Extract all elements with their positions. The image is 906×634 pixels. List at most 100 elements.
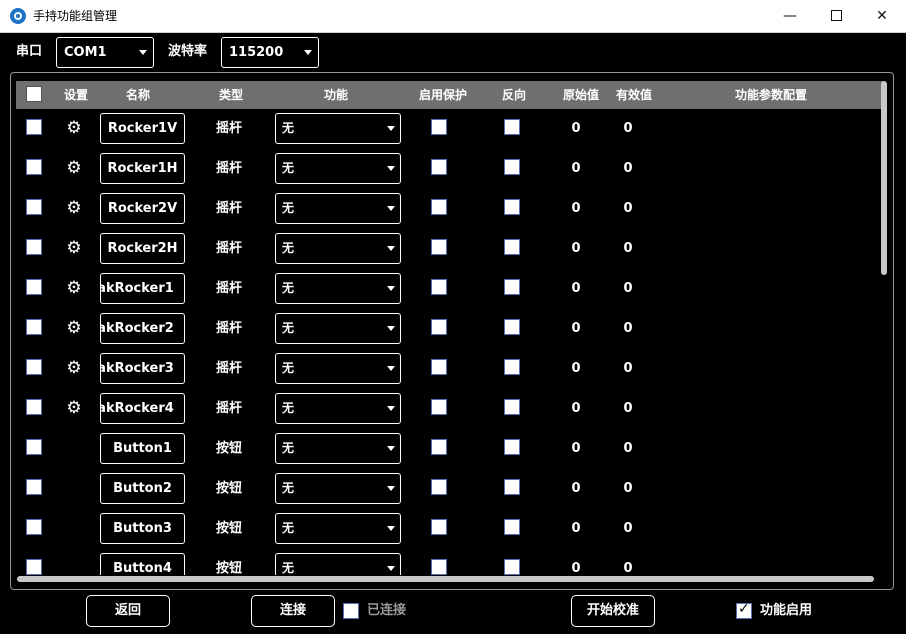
- port-select[interactable]: COM1: [56, 37, 154, 68]
- row-select-checkbox[interactable]: [26, 479, 42, 495]
- reverse-checkbox[interactable]: [504, 319, 520, 335]
- type-text: 按钮: [215, 441, 242, 456]
- connect-button[interactable]: 连接: [251, 595, 335, 627]
- name-field[interactable]: Rocker1V: [100, 113, 185, 144]
- function-select[interactable]: 无: [275, 433, 401, 464]
- reverse-checkbox[interactable]: [504, 479, 520, 495]
- reverse-checkbox[interactable]: [504, 279, 520, 295]
- name-field[interactable]: akRocker3: [100, 353, 185, 384]
- row-select-checkbox[interactable]: [26, 359, 42, 375]
- reverse-checkbox[interactable]: [504, 439, 520, 455]
- protect-checkbox[interactable]: [431, 399, 447, 415]
- horizontal-scrollbar[interactable]: [17, 576, 874, 582]
- function-select[interactable]: 无: [275, 473, 401, 504]
- name-field[interactable]: Button4: [100, 553, 185, 575]
- protect-checkbox[interactable]: [431, 159, 447, 175]
- type-text: 按钮: [215, 521, 242, 536]
- gear-icon[interactable]: ⚙: [65, 159, 83, 177]
- calibrate-button[interactable]: 开始校准: [571, 595, 655, 627]
- name-field[interactable]: Rocker1H: [100, 153, 185, 184]
- chevron-down-icon: [387, 406, 395, 411]
- gear-icon[interactable]: ⚙: [65, 119, 83, 137]
- name-field[interactable]: akRocker2: [100, 313, 185, 344]
- raw-value: 0: [571, 401, 581, 416]
- function-select[interactable]: 无: [275, 233, 401, 264]
- name-field[interactable]: akRocker4: [100, 393, 185, 424]
- row-select-checkbox[interactable]: [26, 519, 42, 535]
- protect-checkbox[interactable]: [431, 279, 447, 295]
- gear-icon[interactable]: ⚙: [65, 359, 83, 377]
- row-select-checkbox[interactable]: [26, 199, 42, 215]
- name-field[interactable]: Button3: [100, 513, 185, 544]
- protect-checkbox[interactable]: [431, 439, 447, 455]
- type-text: 按钮: [215, 561, 242, 575]
- protect-checkbox[interactable]: [431, 559, 447, 575]
- function-select[interactable]: 无: [275, 153, 401, 184]
- chevron-down-icon: [387, 446, 395, 451]
- protect-checkbox[interactable]: [431, 359, 447, 375]
- reverse-checkbox[interactable]: [504, 519, 520, 535]
- function-select[interactable]: 无: [275, 113, 401, 144]
- reverse-checkbox[interactable]: [504, 239, 520, 255]
- row-select-checkbox[interactable]: [26, 119, 42, 135]
- reverse-checkbox[interactable]: [504, 399, 520, 415]
- function-select[interactable]: 无: [275, 313, 401, 344]
- protect-checkbox[interactable]: [431, 199, 447, 215]
- row-select-checkbox[interactable]: [26, 239, 42, 255]
- reverse-checkbox[interactable]: [504, 119, 520, 135]
- app-icon: [10, 8, 26, 24]
- protect-checkbox[interactable]: [431, 319, 447, 335]
- row-select-checkbox[interactable]: [26, 559, 42, 575]
- vertical-scrollbar[interactable]: [881, 81, 887, 275]
- row-select-checkbox[interactable]: [26, 439, 42, 455]
- function-select[interactable]: 无: [275, 273, 401, 304]
- row-select-checkbox[interactable]: [26, 399, 42, 415]
- row-select-checkbox[interactable]: [26, 279, 42, 295]
- function-select[interactable]: 无: [275, 393, 401, 424]
- protect-checkbox[interactable]: [431, 519, 447, 535]
- function-select[interactable]: 无: [275, 553, 401, 575]
- gear-icon[interactable]: ⚙: [65, 279, 83, 297]
- function-value: 无: [282, 281, 295, 295]
- raw-value: 0: [571, 561, 581, 575]
- row-select-checkbox[interactable]: [26, 319, 42, 335]
- type-text: 摇杆: [215, 321, 242, 336]
- gear-icon[interactable]: ⚙: [65, 399, 83, 417]
- protect-checkbox[interactable]: [431, 119, 447, 135]
- gear-icon[interactable]: ⚙: [65, 319, 83, 337]
- type-text: 摇杆: [215, 121, 242, 136]
- reverse-checkbox[interactable]: [504, 559, 520, 575]
- enable-checkbox[interactable]: ✓: [736, 601, 752, 619]
- back-button[interactable]: 返回: [86, 595, 170, 627]
- header-effective: 有效值: [615, 88, 652, 102]
- gear-icon[interactable]: ⚙: [65, 199, 83, 217]
- table-row: Button3 按钮 无 0 0: [11, 510, 883, 550]
- baud-select[interactable]: 115200: [221, 37, 319, 68]
- reverse-checkbox[interactable]: [504, 159, 520, 175]
- name-field[interactable]: Rocker2H: [100, 233, 185, 264]
- function-select[interactable]: 无: [275, 513, 401, 544]
- function-select[interactable]: 无: [275, 353, 401, 384]
- row-select-checkbox[interactable]: [26, 159, 42, 175]
- select-all-checkbox[interactable]: [26, 86, 42, 102]
- reverse-checkbox[interactable]: [504, 199, 520, 215]
- protect-checkbox[interactable]: [431, 479, 447, 495]
- header-settings: 设置: [63, 88, 88, 102]
- header-name: 名称: [125, 88, 150, 102]
- name-field[interactable]: akRocker1: [100, 273, 185, 304]
- function-select[interactable]: 无: [275, 193, 401, 224]
- minimize-button[interactable]: —: [767, 0, 813, 32]
- name-field[interactable]: Button1: [100, 433, 185, 464]
- maximize-button[interactable]: [813, 0, 859, 32]
- table-header: 设置 名称 类型 功能 启用保护 反向 原始值 有效值 功能参数配置: [16, 81, 883, 109]
- connected-checkbox[interactable]: [343, 603, 359, 619]
- gear-icon[interactable]: ⚙: [65, 239, 83, 257]
- protect-checkbox[interactable]: [431, 239, 447, 255]
- name-field[interactable]: Rocker2V: [100, 193, 185, 224]
- reverse-checkbox[interactable]: [504, 359, 520, 375]
- function-value: 无: [282, 201, 295, 215]
- table-body: ⚙ Rocker1V 摇杆无 0 0 ⚙ Rocker1H 摇杆无 0 0 ⚙ Rocker2V 摇杆无…: [11, 109, 883, 575]
- name-field[interactable]: Button2: [100, 473, 185, 504]
- table-row: ⚙ Rocker2V 摇杆 无 0 0: [11, 190, 883, 230]
- close-button[interactable]: ✕: [859, 0, 905, 32]
